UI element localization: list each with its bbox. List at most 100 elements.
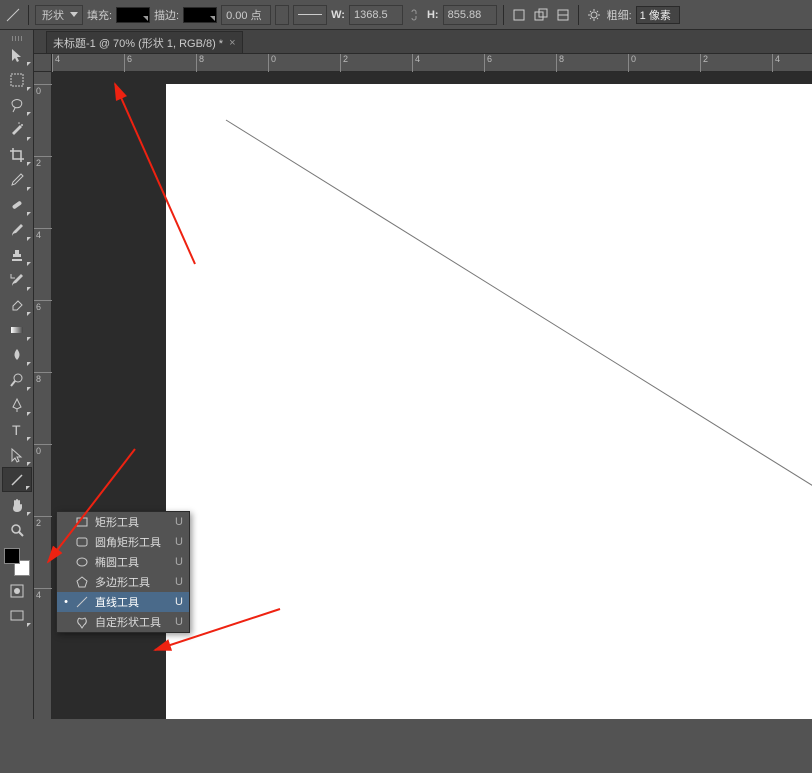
history-brush-tool[interactable] [2, 267, 32, 292]
flyout-item-shortcut: U [175, 556, 183, 568]
stamp-tool[interactable] [2, 242, 32, 267]
line-icon [75, 595, 89, 609]
ruler-tick: 2 [34, 156, 52, 168]
tool-mode-dropdown[interactable]: 形状 [35, 5, 83, 25]
wand-tool[interactable] [2, 117, 32, 142]
thickness-input[interactable]: 1 像素 [636, 6, 680, 24]
document-tab-strip: 未标题-1 @ 70% (形状 1, RGB/8) * × [0, 30, 812, 54]
flyout-item-rrect[interactable]: 圆角矩形工具 U [57, 532, 189, 552]
flyout-item-label: 自定形状工具 [95, 614, 169, 630]
marquee-tool[interactable] [2, 67, 32, 92]
flyout-item-shortcut: U [175, 516, 183, 528]
path-op-3[interactable] [554, 6, 572, 24]
ellipse-icon [75, 555, 89, 569]
flyout-item-ellipse[interactable]: 椭圆工具 U [57, 552, 189, 572]
ruler-tick: 6 [484, 54, 492, 72]
ruler-tick: 4 [412, 54, 420, 72]
width-input[interactable]: 1368.5 [349, 5, 403, 25]
ruler-tick: 8 [196, 54, 204, 72]
hand-tool[interactable] [2, 492, 32, 517]
quickmask-toggle[interactable] [2, 578, 32, 603]
height-input[interactable]: 855.88 [443, 5, 497, 25]
ruler-tick: 4 [34, 228, 52, 240]
blur-tool[interactable] [2, 342, 32, 367]
pen-tool[interactable] [2, 392, 32, 417]
stroke-swatch[interactable] [183, 7, 217, 23]
width-label: W: [331, 9, 345, 21]
ruler-tick: 0 [268, 54, 276, 72]
document-tab-title: 未标题-1 @ 70% (形状 1, RGB/8) * [53, 35, 223, 51]
ruler-tick: 0 [34, 84, 52, 96]
stroke-label: 描边: [154, 7, 179, 23]
flyout-item-rect[interactable]: 矩形工具 U [57, 512, 189, 532]
stroke-width-dropdown[interactable] [275, 5, 289, 25]
fill-label: 填充: [87, 7, 112, 23]
screenmode-toggle[interactable] [2, 603, 32, 628]
close-tab-icon[interactable]: × [229, 37, 235, 49]
thickness-label: 粗细: [607, 7, 632, 23]
ruler-tick: 2 [34, 516, 52, 528]
color-chips[interactable] [2, 546, 32, 578]
custom-icon [75, 615, 89, 629]
eyedropper-tool[interactable] [2, 167, 32, 192]
flyout-item-label: 矩形工具 [95, 514, 169, 530]
chevron-down-icon [70, 12, 78, 17]
ruler-horizontal[interactable]: 46802468024 [52, 54, 812, 72]
ruler-tick: 6 [124, 54, 132, 72]
ruler-tick: 6 [34, 300, 52, 312]
dodge-tool[interactable] [2, 367, 32, 392]
stroke-style-dropdown[interactable] [293, 5, 327, 25]
poly-icon [75, 575, 89, 589]
lasso-tool[interactable] [2, 92, 32, 117]
link-wh-icon[interactable] [407, 7, 423, 23]
rect-icon [75, 515, 89, 529]
selected-dot [63, 596, 69, 608]
tool-mode-label: 形状 [42, 7, 64, 23]
zoom-tool[interactable] [2, 517, 32, 542]
ruler-origin[interactable] [34, 54, 52, 72]
line-tool-icon [4, 6, 22, 24]
crop-tool[interactable] [2, 142, 32, 167]
flyout-item-poly[interactable]: 多边形工具 U [57, 572, 189, 592]
ruler-tick: 8 [34, 372, 52, 384]
panel-grip[interactable] [2, 34, 32, 42]
options-bar: 形状 填充: 描边: 0.00 点 W: 1368.5 H: 855.88 粗细… [0, 0, 812, 30]
heal-tool[interactable] [2, 192, 32, 217]
flyout-item-shortcut: U [175, 596, 183, 608]
fg-color-chip[interactable] [4, 548, 20, 564]
flyout-item-line[interactable]: 直线工具 U [57, 592, 189, 612]
svg-text:T: T [12, 422, 21, 438]
ruler-tick: 0 [34, 444, 52, 456]
shape-tool-flyout: 矩形工具 U 圆角矩形工具 U 椭圆工具 U 多边形工具 U 直线工具 U 自定形状工具U [56, 511, 190, 633]
flyout-item-custom[interactable]: 自定形状工具U [57, 612, 189, 632]
fill-swatch[interactable] [116, 7, 150, 23]
flyout-item-label: 直线工具 [95, 594, 169, 610]
flyout-item-label: 多边形工具 [95, 574, 169, 590]
ruler-tick: 0 [628, 54, 636, 72]
ruler-tick: 4 [34, 588, 52, 600]
path-op-2[interactable] [532, 6, 550, 24]
path-select-tool[interactable] [2, 442, 32, 467]
document-tab[interactable]: 未标题-1 @ 70% (形状 1, RGB/8) * × [46, 31, 243, 53]
move-tool[interactable] [2, 42, 32, 67]
brush-tool[interactable] [2, 217, 32, 242]
stroke-width-input[interactable]: 0.00 点 [221, 5, 271, 25]
gradient-tool[interactable] [2, 317, 32, 342]
flyout-item-shortcut: U [175, 536, 183, 548]
gear-icon[interactable] [585, 6, 603, 24]
flyout-item-label: 椭圆工具 [95, 554, 169, 570]
ruler-tick: 2 [340, 54, 348, 72]
path-op-1[interactable] [510, 6, 528, 24]
ruler-tick: 4 [772, 54, 780, 72]
document-canvas[interactable] [166, 84, 812, 719]
shape-tool[interactable] [2, 467, 32, 492]
type-tool[interactable]: T [2, 417, 32, 442]
rrect-icon [75, 535, 89, 549]
flyout-item-label: 圆角矩形工具 [95, 534, 169, 550]
ruler-tick: 8 [556, 54, 564, 72]
eraser-tool[interactable] [2, 292, 32, 317]
ruler-tick: 2 [700, 54, 708, 72]
tools-panel: T [0, 30, 34, 719]
flyout-item-shortcut: U [175, 576, 183, 588]
ruler-vertical[interactable]: 0 2 4 6 8 0 2 4 [34, 72, 52, 719]
